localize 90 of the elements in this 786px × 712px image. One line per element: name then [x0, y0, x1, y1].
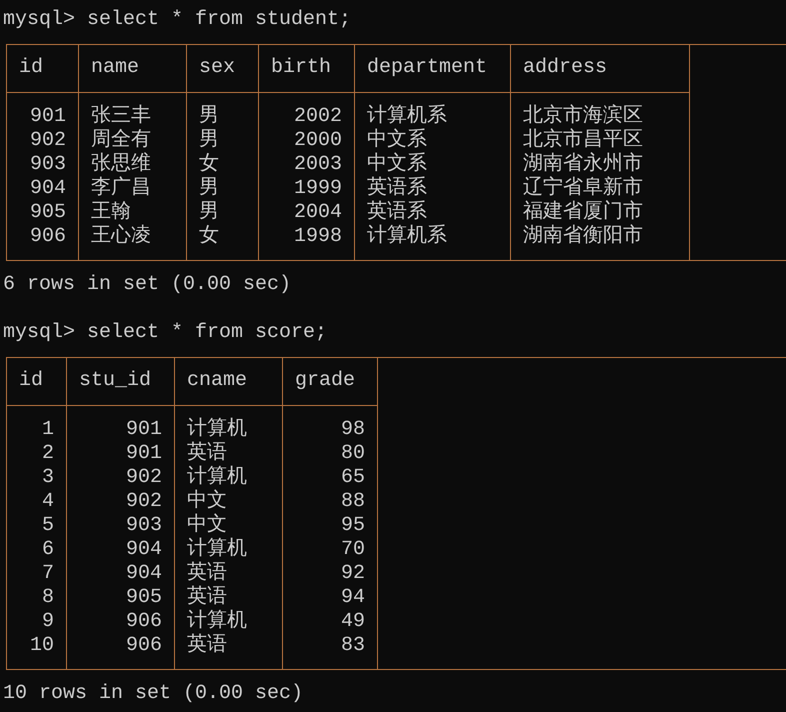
table-cell: 2000 — [294, 129, 342, 153]
table-cell: 5 — [42, 514, 54, 538]
table-cell: 3 — [42, 466, 54, 490]
table-cell: 6 — [42, 538, 54, 562]
table-cell: 70 — [340, 538, 365, 562]
table-cell-text: 福建省厦门市 — [523, 201, 643, 224]
table-cell-text: 英语 — [187, 562, 227, 586]
column-header: name — [91, 56, 140, 80]
table-cell: 83 — [340, 634, 365, 658]
table-cell: 9 — [42, 610, 54, 634]
table-cell: 2 — [42, 442, 54, 466]
column-header: address — [523, 56, 608, 80]
table-cell: 女 — [199, 225, 219, 249]
table-cell: 8 — [42, 586, 54, 610]
table-cell: 计算机系 — [367, 225, 447, 249]
table-cell: 男 — [199, 105, 219, 129]
table-cell-text: 计算机 — [187, 538, 247, 562]
table-cell: 4 — [42, 490, 54, 514]
table-cell: 1999 — [294, 177, 342, 201]
table-cell: 98 — [340, 418, 365, 442]
table-cell: 902 — [30, 129, 66, 153]
table-cell: 80 — [340, 442, 365, 466]
table-cell: 男 — [199, 129, 219, 153]
table-cell: 94 — [340, 586, 365, 610]
column-header: sex — [199, 56, 236, 80]
table-cell: 906 — [126, 634, 162, 658]
table-cell-text: 英语 — [187, 586, 227, 610]
table-cell: 95 — [340, 514, 365, 538]
table-cell: 906 — [126, 610, 162, 634]
table-cell-text: 中文 — [187, 514, 227, 538]
table-cell-text: 计算机 — [187, 610, 247, 634]
table-cell: 903 — [30, 153, 66, 177]
table-cell: 女 — [199, 153, 219, 177]
table-cell: 901 — [126, 418, 162, 442]
table-cell: 92 — [340, 562, 365, 586]
table-cell-text: 中文系 — [367, 129, 427, 152]
table-cell-text: 张三丰 — [91, 105, 151, 128]
column-header: id — [19, 56, 44, 80]
table-cell-text: 计算机 — [187, 466, 247, 489]
table-cell: 901 — [126, 442, 162, 466]
table-cell-text: 英语系 — [367, 201, 427, 224]
table-cell: 2003 — [294, 153, 342, 177]
column-header: cname — [187, 369, 248, 393]
table-cell: 905 — [126, 586, 162, 610]
table-cell-text: 湖南省永州市 — [523, 153, 643, 176]
table-cell: 901 — [30, 105, 66, 129]
table-cell: 英语 — [187, 634, 227, 658]
table-cell-text: 英语 — [187, 442, 227, 466]
table-cell-text: 计算机 — [187, 418, 247, 442]
table-cell-text: 王翰 — [91, 201, 131, 224]
table-cell-text: 北京市海滨区 — [523, 105, 643, 128]
result-message: 6 rows in set (0.00 sec) — [3, 273, 292, 297]
table-cell: 904 — [126, 538, 162, 562]
table-cell: 902 — [126, 466, 162, 490]
column-header: stu_id — [79, 369, 152, 393]
result-message: 10 rows in set (0.00 sec) — [3, 682, 304, 706]
table-cell-text: 英语系 — [367, 177, 427, 200]
table-cell: 李广昌 — [91, 177, 151, 201]
table-cell: 10 — [30, 634, 54, 658]
table-cell: 湖南省衡阳市 — [523, 225, 643, 249]
table-cell-text: 中文系 — [367, 153, 427, 176]
table-cell: 65 — [340, 466, 365, 490]
column-header: department — [367, 56, 488, 80]
table-cell-text: 辽宁省阜新市 — [523, 177, 643, 200]
command-line: mysql> select * from student; — [3, 8, 352, 32]
command-line: mysql> select * from score; — [3, 321, 328, 345]
table-cell: 902 — [126, 490, 162, 514]
table-cell: 男 — [199, 177, 219, 201]
table-cell: 男 — [199, 201, 219, 225]
table-cell: 904 — [30, 177, 66, 201]
table-cell: 903 — [126, 514, 162, 538]
table-cell: 905 — [30, 201, 66, 225]
column-header: id — [19, 369, 44, 393]
table-cell: 2004 — [294, 201, 342, 225]
table-cell-text: 计算机系 — [367, 105, 447, 128]
table-cell: 904 — [126, 562, 162, 586]
table-cell-text: 北京市昌平区 — [523, 129, 643, 152]
table-cell: 7 — [42, 562, 54, 586]
table-cell-text: 张思维 — [91, 153, 151, 176]
table-cell: 2002 — [294, 105, 342, 129]
table-cell-text: 中文 — [187, 490, 227, 513]
table-cell-text: 周全有 — [91, 129, 151, 152]
table-cell: 88 — [340, 490, 365, 514]
table-cell: 1998 — [294, 225, 342, 249]
table-cell: 1 — [42, 418, 54, 442]
column-header: birth — [271, 56, 332, 80]
column-header: grade — [295, 369, 356, 393]
table-cell: 49 — [340, 610, 365, 634]
table-cell: 906 — [30, 225, 66, 249]
table-cell: 王心凌 — [91, 225, 151, 249]
